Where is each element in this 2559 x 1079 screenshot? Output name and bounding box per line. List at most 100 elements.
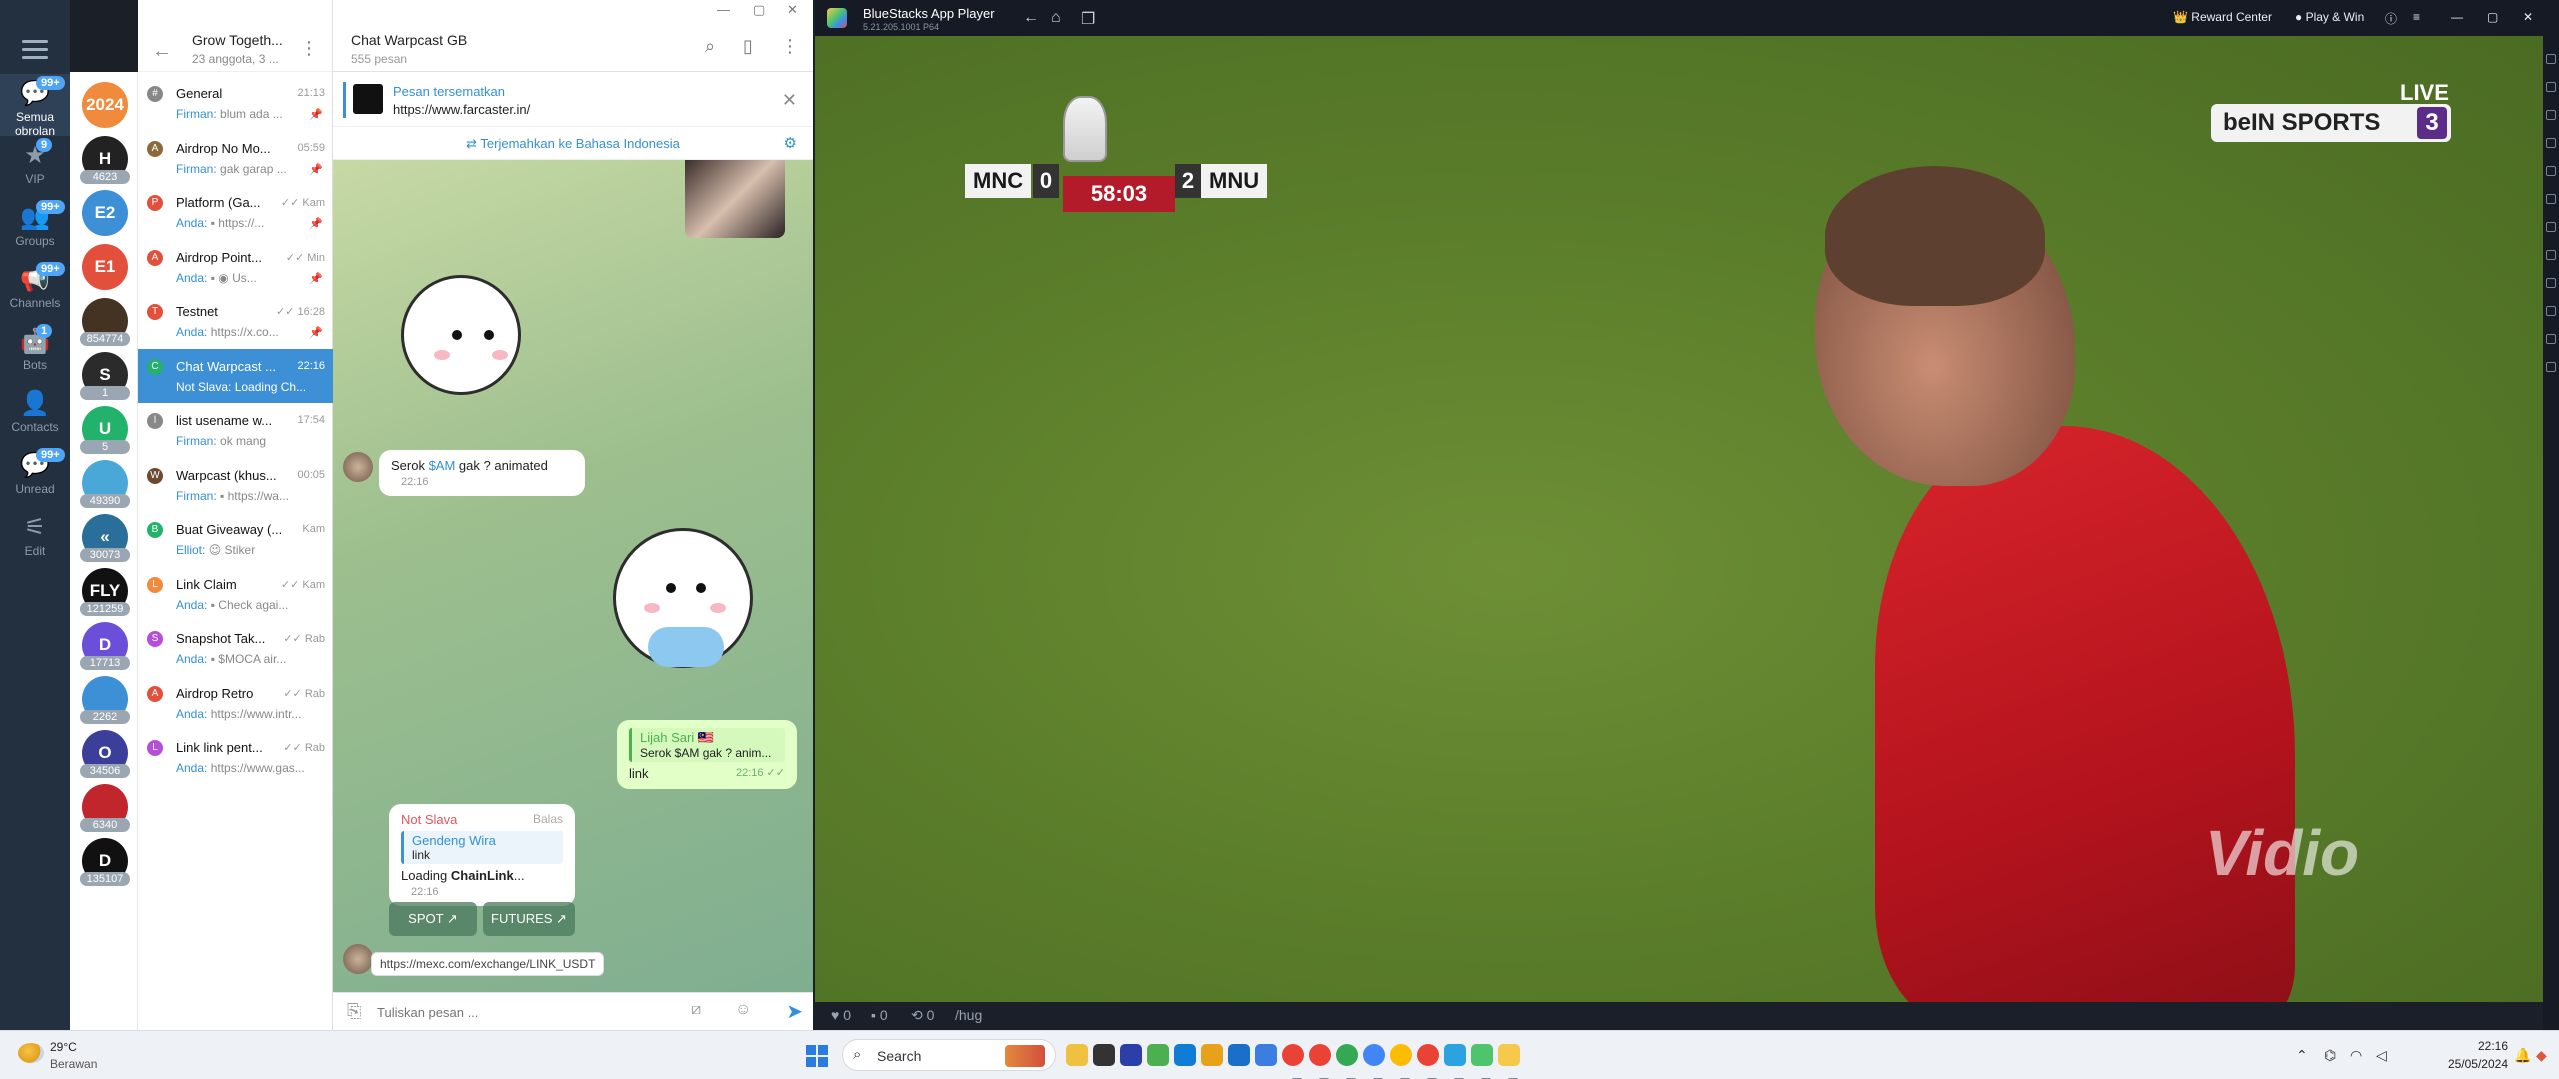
chevron-up-icon[interactable]: ⌃	[2296, 1047, 2308, 1064]
emoji-icon[interactable]: ☺	[735, 1001, 751, 1019]
chrome-icon[interactable]	[1390, 1044, 1412, 1079]
chat-avatar[interactable]: O 34506	[80, 730, 130, 778]
chat-avatar[interactable]: 2024	[82, 82, 128, 128]
topic-row[interactable]: l list usename w... 17:54 Firman: ok mang	[138, 403, 333, 457]
chat-avatar[interactable]: FLY 121259	[80, 568, 130, 616]
weather-status[interactable]: Berawan	[50, 1057, 97, 1071]
bot-message-bubble[interactable]: Not Slava Balas Gendeng Wira link Loadin…	[389, 804, 575, 906]
toolbar-tool-icon[interactable]	[2546, 110, 2556, 120]
topic-row[interactable]: # General 21:13 Firman: blum ada ... 📌	[138, 76, 333, 130]
avatar[interactable]	[343, 944, 373, 974]
recent-apps-icon[interactable]: ❐	[1081, 9, 1095, 29]
sender-name[interactable]: Not Slava	[401, 812, 457, 827]
chat-avatar[interactable]: D 17713	[80, 622, 130, 670]
inline-button-futures[interactable]: FUTURES ↗	[483, 902, 575, 936]
photo-message[interactable]	[685, 160, 785, 238]
chat-avatar[interactable]: S1	[80, 352, 130, 400]
maximize-icon[interactable]: ▢	[753, 2, 765, 18]
translate-settings-icon[interactable]: ⚙	[784, 127, 797, 160]
menu-icon[interactable]	[22, 40, 48, 59]
bluestacks-icon[interactable]	[1498, 1044, 1520, 1079]
chat-avatar[interactable]: D 135107	[80, 838, 130, 886]
search-icon[interactable]: ⌕	[705, 36, 715, 57]
more-options-icon[interactable]: ⋮	[781, 36, 799, 57]
help-icon[interactable]: ⓘ	[2385, 10, 2397, 27]
topic-row[interactable]: P Platform (Ga... ✓✓ Kam Anda: ▪ https://..…	[138, 185, 333, 239]
pinned-message[interactable]: Pesan tersematkan https://www.farcaster.…	[333, 72, 813, 127]
message-bubble[interactable]: Serok $AM gak ? animated 22:16	[379, 450, 585, 496]
weather-icon[interactable]	[18, 1043, 44, 1063]
back-arrow-icon[interactable]: ←	[152, 40, 172, 63]
topic-row[interactable]: A Airdrop No Mo... 05:59 Firman: gak garap …	[138, 131, 333, 185]
menu-icon[interactable]: ≡	[2413, 10, 2420, 24]
toolbar-tool-icon[interactable]	[2546, 138, 2556, 148]
file-explorer-small-icon[interactable]	[1066, 1044, 1088, 1066]
taskbar-search[interactable]: ⌕ Search	[842, 1039, 1056, 1071]
pinned-url[interactable]: https://www.farcaster.in/	[393, 102, 530, 117]
minimize-icon[interactable]: —	[717, 2, 730, 17]
chrome-icon[interactable]	[1309, 1044, 1331, 1079]
topic-row[interactable]: C Chat Warpcast ... 22:16 Not Slava: Loadin…	[138, 348, 333, 403]
bluestacks-icon[interactable]	[1471, 1044, 1493, 1079]
minimize-icon[interactable]: —	[2451, 10, 2463, 24]
folder-bots[interactable]: 🤖 Bots 1	[0, 322, 70, 384]
folder-semua-obrolan[interactable]: 💬 Semua obrolan 99+	[0, 74, 70, 138]
avatar[interactable]	[343, 452, 373, 482]
cashtag-link[interactable]: $AM	[429, 458, 456, 473]
translate-bar[interactable]: ⇄ Terjemahkan ke Bahasa Indonesia ⚙	[333, 127, 813, 160]
telegram-icon[interactable]	[1444, 1044, 1466, 1079]
maximize-icon[interactable]: ▢	[2487, 10, 2498, 24]
chat-avatar[interactable]: H 4623	[80, 136, 130, 184]
url-preview-chip[interactable]: https://mexc.com/exchange/LINK_USDT	[371, 952, 605, 976]
home-icon[interactable]: ⌂	[1051, 9, 1061, 27]
taskbar-date[interactable]: 25/05/2024	[2430, 1057, 2508, 1071]
reply-button[interactable]: Balas	[533, 812, 563, 826]
topic-row[interactable]: B Buat Giveaway (... Kam Elliot: 😉 Stiker	[138, 512, 333, 566]
app-icon[interactable]	[1120, 1044, 1142, 1066]
chat-avatar[interactable]: 6340	[80, 784, 130, 832]
message-input[interactable]	[377, 999, 677, 1025]
chat-avatar[interactable]: « 30073	[80, 514, 130, 562]
toolbar-tool-icon[interactable]	[2546, 166, 2556, 176]
toolbar-tool-icon[interactable]	[2546, 306, 2556, 316]
chat-avatar[interactable]: 49390	[80, 460, 130, 508]
chat-avatar[interactable]: 2262	[80, 676, 130, 724]
network-icon[interactable]: ⌬	[2324, 1047, 2336, 1064]
weather-temp[interactable]: 29°C	[50, 1040, 77, 1054]
toolbar-tool-icon[interactable]	[2546, 250, 2556, 260]
play-and-win-button[interactable]: ● Play & Win	[2295, 10, 2364, 24]
topic-row[interactable]: A Airdrop Point... ✓✓ Min Anda: ▪ ◉ Us... 📌	[138, 240, 333, 294]
chat-avatar[interactable]: E2	[82, 190, 128, 236]
toolbar-tool-icon[interactable]	[2546, 334, 2556, 344]
toolbar-tool-icon[interactable]	[2546, 82, 2556, 92]
topic-row[interactable]: W Warpcast (khus... 00:05 Firman: ▪ https:/…	[138, 458, 333, 512]
topic-row[interactable]: S Snapshot Tak... ✓✓ Rab Anda: ▪ $MOCA air.…	[138, 621, 333, 675]
back-icon[interactable]: ←	[1023, 9, 1039, 27]
sticker-message[interactable]	[401, 275, 521, 395]
task-view-icon[interactable]	[1093, 1044, 1115, 1066]
close-window-icon[interactable]: ✕	[787, 2, 798, 18]
outgoing-message-bubble[interactable]: Lijah Sari 🇲🇾 Serok $AM gak ? anim... li…	[617, 720, 797, 789]
chat-title[interactable]: Chat Warpcast GB	[351, 32, 467, 48]
app-icon[interactable]	[1147, 1044, 1169, 1066]
notification-bell-icon[interactable]: 🔔	[2514, 1047, 2531, 1064]
chat-avatar[interactable]: 854774	[80, 298, 130, 346]
topic-row[interactable]: L Link link pent... ✓✓ Rab Anda: https://ww…	[138, 730, 333, 784]
chrome-icon[interactable]	[1336, 1044, 1358, 1079]
comment-count[interactable]: ▪ 0	[871, 1007, 888, 1023]
toolbar-tool-icon[interactable]	[2546, 194, 2556, 204]
chat-avatar[interactable]: U5	[80, 406, 130, 454]
video-stream[interactable]: MNC 0 2 MNU 58:03 LIVE beIN SPORTS 3 Vid…	[815, 36, 2543, 1002]
bot-commands-icon[interactable]: ⧄	[691, 1001, 701, 1019]
chrome-icon[interactable]	[1282, 1044, 1304, 1079]
folder-unread[interactable]: 💬 Unread 99+	[0, 446, 70, 508]
folder-vip[interactable]: ★ VIP 9	[0, 136, 70, 198]
folder-channels[interactable]: 📢 Channels 99+	[0, 260, 70, 322]
send-icon[interactable]: ➤	[786, 999, 803, 1024]
file-explorer-icon[interactable]	[1201, 1044, 1223, 1066]
toolbar-tool-icon[interactable]	[2546, 222, 2556, 232]
app-icon[interactable]	[1255, 1044, 1277, 1066]
folder-edit[interactable]: ⚟ Edit	[0, 508, 70, 570]
more-options-icon[interactable]: ⋮	[300, 38, 318, 59]
sidebar-toggle-icon[interactable]: ▯	[743, 36, 753, 57]
